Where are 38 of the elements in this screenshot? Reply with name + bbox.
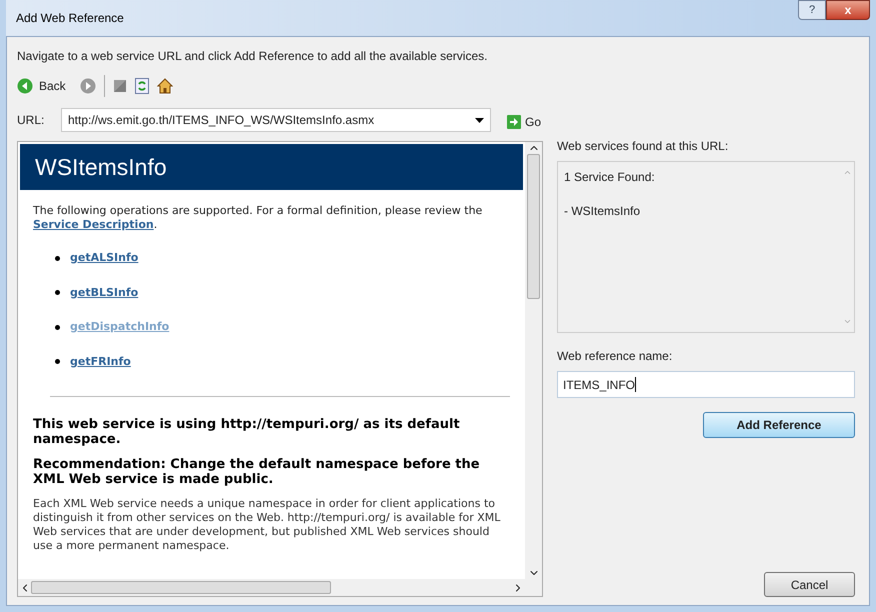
intro-text: The following operations are supported. For a formal definition, please review the Service Description. xyxy=(33,204,484,232)
reference-name-field[interactable]: ITEMS_INFO xyxy=(557,371,855,398)
services-text: - WSItemsInfo xyxy=(564,203,642,220)
add-reference-button[interactable]: Add Reference xyxy=(703,412,855,438)
operation-link[interactable]: getALSInfo xyxy=(70,250,138,266)
cancel-button[interactable]: Cancel xyxy=(764,572,855,597)
namespace-notice: This web service is using http://tempuri.org/ as its default namespace. xyxy=(33,417,461,447)
vertical-scrollbar[interactable] xyxy=(525,142,542,579)
instructions-text: Navigate to a web service URL and click Add Reference to add all the available services. xyxy=(17,48,488,65)
help-button[interactable]: ? xyxy=(798,0,826,20)
bullet-icon xyxy=(55,324,60,330)
operation-link[interactable]: getFRInfo xyxy=(70,354,131,370)
page-heading: WSItemsInfo xyxy=(35,152,167,182)
horizontal-scroll-thumb[interactable] xyxy=(31,581,331,594)
services-text: 1 Service Found: xyxy=(564,169,656,186)
horizontal-scrollbar[interactable] xyxy=(18,579,542,596)
scroll-up-icon xyxy=(842,168,852,177)
reference-name-label: Web reference name: xyxy=(557,348,674,365)
scroll-thumb[interactable] xyxy=(527,154,540,299)
scroll-down-icon xyxy=(842,317,852,326)
services-label: Web services found at this URL: xyxy=(557,138,730,155)
url-field[interactable]: http://ws.emit.go.th/ITEMS_INFO_WS/WSItemsInfo.asmx xyxy=(61,108,491,132)
home-icon[interactable] xyxy=(156,78,173,94)
window-title: Add Web Reference xyxy=(16,10,124,27)
bullet-icon xyxy=(55,256,60,261)
refresh-icon[interactable] xyxy=(134,78,149,94)
dropdown-arrow-icon xyxy=(475,118,484,122)
bullet-icon xyxy=(55,290,60,296)
recommendation-text: Recommendation: Change the default namespace before the XML Web service is made public. xyxy=(33,457,481,487)
url-label: URL: xyxy=(17,112,46,129)
service-description-link[interactable]: Service Description xyxy=(33,218,154,231)
go-arrow-icon xyxy=(507,115,521,129)
bullet-icon xyxy=(55,359,60,364)
go-button[interactable]: Go xyxy=(507,113,542,131)
stop-icon[interactable] xyxy=(112,79,127,93)
operation-link[interactable]: getBLSInfo xyxy=(70,284,138,301)
back-button[interactable]: Back xyxy=(17,77,66,95)
namespace-description: Each XML Web service needs a unique namespace in order for client applications to distinguish it from other services on the Web. http://tempuri.org/ is available for XML Web services that are under development, but published XML Web services should use a more permanent namespace. xyxy=(33,497,502,553)
